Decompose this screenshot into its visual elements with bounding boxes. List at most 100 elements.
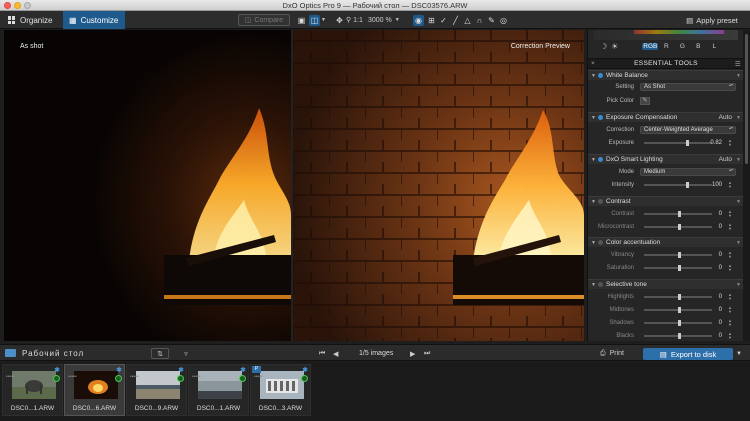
filter-button[interactable]: ▿: [177, 348, 195, 359]
section-white-balance[interactable]: ▼ White Balance ▼: [588, 70, 743, 80]
stepper-icon[interactable]: ▲▼: [728, 181, 732, 189]
slider-knob[interactable]: [678, 224, 681, 230]
enable-toggle-icon[interactable]: [598, 240, 603, 245]
export-options-button[interactable]: ▼: [736, 348, 742, 359]
zoom-1to1-button[interactable]: ⚲ 1:1: [346, 14, 363, 26]
section-smart-lighting[interactable]: ▼ DxO Smart Lighting Auto ▼: [588, 154, 743, 164]
slider-knob[interactable]: [686, 140, 690, 146]
stepper-icon[interactable]: ▲▼: [728, 319, 732, 327]
enable-toggle-icon[interactable]: [598, 115, 603, 120]
red-eye-tool-button[interactable]: ◎: [498, 14, 509, 26]
rating-dots-icon[interactable]: •••••: [130, 375, 139, 380]
slider-knob[interactable]: [678, 252, 681, 258]
slider-knob[interactable]: [678, 294, 681, 300]
white-balance-setting-select[interactable]: As Shot: [640, 83, 736, 91]
enable-toggle-icon[interactable]: [598, 157, 603, 162]
intensity-value[interactable]: 100: [706, 182, 722, 188]
saturation-slider[interactable]: [644, 265, 712, 271]
settings-icon[interactable]: ▼: [736, 157, 741, 163]
enable-toggle-icon[interactable]: [598, 199, 603, 204]
tab-organize[interactable]: Organize: [2, 11, 60, 29]
image-viewer[interactable]: As shot Correction Preview: [4, 30, 584, 341]
midtones-value[interactable]: 0: [706, 307, 722, 313]
enable-toggle-icon[interactable]: [598, 73, 603, 78]
settings-icon[interactable]: ▼: [736, 73, 741, 79]
retouch-tool-button[interactable]: ✎: [486, 14, 497, 26]
white-balance-picker-button[interactable]: ✓: [438, 14, 449, 26]
shadows-value[interactable]: 0: [706, 320, 722, 326]
stepper-icon[interactable]: ▲▼: [728, 223, 732, 231]
exposure-slider[interactable]: [644, 140, 712, 146]
stepper-icon[interactable]: ▲▼: [728, 210, 732, 218]
stepper-icon[interactable]: ▲▼: [728, 293, 732, 301]
perspective-tool-button[interactable]: △: [462, 14, 473, 26]
stepper-icon[interactable]: ▲▼: [728, 264, 732, 272]
horizon-tool-button[interactable]: ╱: [450, 14, 461, 26]
filmstrip-thumbnail[interactable]: ✱ ••••• DSC0...1.ARW: [188, 364, 249, 416]
tools-panel-scrollbar[interactable]: [743, 30, 750, 341]
stepper-icon[interactable]: ▲▼: [728, 251, 732, 259]
filmstrip-thumbnail[interactable]: ✱ ••••• DSC0...9.ARW: [126, 364, 187, 416]
scrollbar-thumb[interactable]: [745, 34, 748, 164]
channel-b[interactable]: B: [690, 43, 706, 50]
rating-dots-icon[interactable]: •••••: [192, 375, 201, 380]
contrast-slider[interactable]: [644, 211, 712, 217]
rating-dots-icon[interactable]: •••••: [254, 375, 263, 380]
filmstrip-thumbnail[interactable]: P ✱ ••••• DSC0...3.ARW: [250, 364, 311, 416]
section-selective-tone[interactable]: ▼ Selective tone ▼: [588, 279, 743, 289]
vibrancy-slider[interactable]: [644, 252, 712, 258]
rating-dots-icon[interactable]: •••••: [6, 375, 15, 380]
slider-knob[interactable]: [678, 265, 681, 271]
blacks-value[interactable]: 0: [706, 333, 722, 339]
single-view-button[interactable]: ▣: [296, 14, 307, 26]
star-icon[interactable]: ✱: [178, 366, 184, 374]
exposure-value[interactable]: 0.82: [706, 140, 722, 146]
midtones-slider[interactable]: [644, 307, 712, 313]
split-view-button[interactable]: ◫: [309, 14, 320, 26]
menu-icon[interactable]: ☰: [735, 60, 741, 68]
export-to-disk-button[interactable]: ▤ Export to disk: [643, 348, 733, 360]
blacks-slider[interactable]: [644, 333, 712, 339]
smart-lighting-mode-select[interactable]: Medium: [640, 168, 736, 176]
print-button[interactable]: ⎙ Print: [600, 348, 624, 359]
eyedropper-icon[interactable]: ✎: [640, 97, 650, 105]
correction-preview-pane[interactable]: Correction Preview: [293, 30, 584, 341]
smart-lighting-auto-button[interactable]: Auto: [719, 156, 732, 163]
stepper-icon[interactable]: ▲▼: [728, 306, 732, 314]
slider-knob[interactable]: [678, 307, 681, 313]
as-shot-pane[interactable]: As shot: [4, 30, 291, 341]
channel-r[interactable]: R: [658, 43, 674, 50]
sort-button[interactable]: ⇅: [151, 348, 169, 359]
highlights-slider[interactable]: [644, 294, 712, 300]
exposure-correction-select[interactable]: Center-Weighted Average: [640, 126, 736, 134]
highlight-clipping-icon[interactable]: ☀: [611, 42, 618, 51]
slider-knob[interactable]: [686, 182, 690, 188]
next-image-button[interactable]: ▶: [410, 348, 415, 359]
highlights-value[interactable]: 0: [706, 294, 722, 300]
stepper-icon[interactable]: ▲▼: [728, 139, 732, 147]
shadows-slider[interactable]: [644, 320, 712, 326]
stepper-icon[interactable]: ▲▼: [728, 332, 732, 340]
slider-knob[interactable]: [678, 211, 681, 217]
preview-toggle-button[interactable]: ◉: [413, 14, 424, 26]
contrast-value[interactable]: 0: [706, 211, 722, 217]
star-icon[interactable]: ✱: [116, 366, 122, 374]
section-color-accentuation[interactable]: ▼ Color accentuation ▼: [588, 237, 743, 247]
star-icon[interactable]: ✱: [240, 366, 246, 374]
section-exposure-compensation[interactable]: ▼ Exposure Compensation Auto ▼: [588, 112, 743, 122]
slider-knob[interactable]: [678, 333, 681, 339]
filmstrip-thumbnail[interactable]: ✱ ••••• DSC0...6.ARW: [64, 364, 125, 416]
settings-icon[interactable]: ▼: [736, 240, 741, 246]
view-dropdown-button[interactable]: ▼: [321, 14, 326, 26]
settings-icon[interactable]: ▼: [736, 282, 741, 288]
exposure-auto-button[interactable]: Auto: [719, 114, 732, 121]
settings-icon[interactable]: ▼: [736, 115, 741, 121]
tab-customize[interactable]: ▦ Customize: [63, 11, 125, 29]
volume-deformation-button[interactable]: ∩: [474, 14, 485, 26]
previous-image-button[interactable]: ◀: [333, 348, 338, 359]
channel-g[interactable]: G: [674, 43, 690, 50]
saturation-value[interactable]: 0: [706, 265, 722, 271]
star-icon[interactable]: ✱: [302, 366, 308, 374]
filmstrip-thumbnail[interactable]: ✱ ••••• DSC0...1.ARW: [2, 364, 63, 416]
pan-tool-button[interactable]: ✥: [334, 14, 345, 26]
